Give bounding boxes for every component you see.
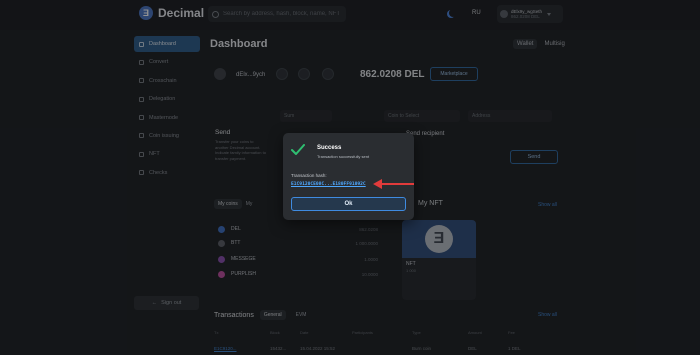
ok-button[interactable]: Ok bbox=[291, 197, 406, 211]
transaction-hash-label: Transaction hash: bbox=[291, 173, 327, 178]
modal-title: Success bbox=[317, 145, 342, 151]
arrow-left-annotation-icon bbox=[373, 179, 414, 189]
success-modal: Success Transaction successfully sent Tr… bbox=[283, 133, 414, 220]
transaction-hash-link[interactable]: E1C9120CE08C...E180FF91092C bbox=[291, 182, 366, 187]
checkmark-icon bbox=[291, 144, 305, 155]
modal-subtitle: Transaction successfully sent bbox=[317, 154, 370, 159]
